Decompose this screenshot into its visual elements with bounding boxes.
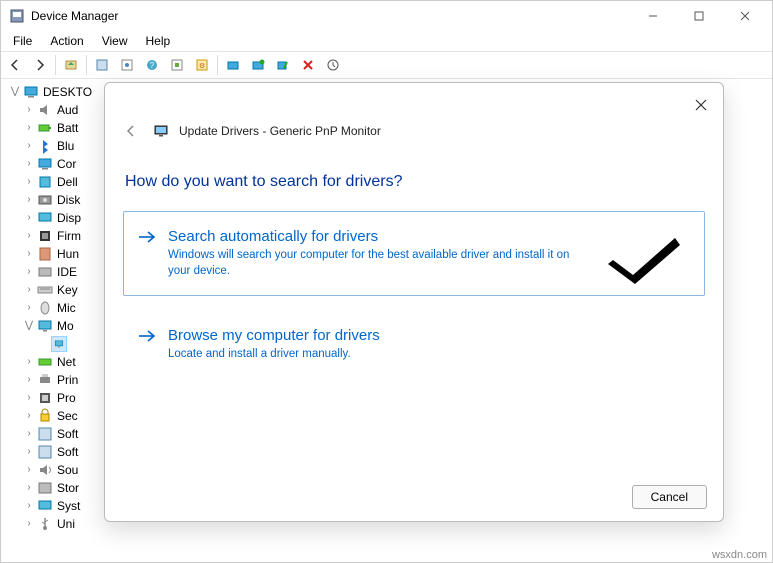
watermark: wsxdn.com	[712, 549, 767, 561]
tree-item-label: Disk	[55, 191, 80, 209]
back-arrow-icon[interactable]	[119, 119, 143, 143]
tree-item-label: Batt	[55, 119, 78, 137]
tree-item-label: Cor	[55, 155, 76, 173]
option1-title: Search automatically for drivers	[168, 228, 588, 245]
tree-item-label: Aud	[55, 101, 78, 119]
menu-file[interactable]: File	[5, 32, 40, 50]
tree-item-label: Mo	[55, 317, 74, 335]
tree-item-label: Net	[55, 353, 76, 371]
tree-root-label: DESKTO	[41, 83, 92, 101]
monitor-icon	[37, 318, 53, 334]
chip-icon	[37, 228, 53, 244]
system-icon	[37, 498, 53, 514]
option2-title: Browse my computer for drivers	[168, 327, 380, 344]
tree-item-label: Syst	[55, 497, 80, 515]
tree-item-label: Firm	[55, 227, 81, 245]
audio-icon	[37, 102, 53, 118]
tree-item-label: Sec	[55, 407, 78, 425]
minimize-button[interactable]	[630, 1, 676, 31]
option1-desc: Windows will search your computer for th…	[168, 248, 588, 279]
security-icon	[37, 408, 53, 424]
toolbar: ? ⚙	[1, 51, 772, 79]
dialog-close-button[interactable]	[687, 91, 715, 119]
option2-desc: Locate and install a driver manually.	[168, 347, 380, 363]
battery-icon	[37, 120, 53, 136]
keyboard-icon	[37, 282, 53, 298]
bluetooth-icon	[37, 138, 53, 154]
arrow-right-icon	[136, 327, 158, 363]
network-icon	[37, 354, 53, 370]
update-driver-icon[interactable]	[221, 53, 245, 77]
update-drivers-dialog: Update Drivers - Generic PnP Monitor How…	[104, 82, 724, 522]
maximize-button[interactable]	[676, 1, 722, 31]
tree-item-label: Stor	[55, 479, 79, 497]
usb-icon	[37, 516, 53, 532]
tree-item-label: Disp	[55, 209, 81, 227]
menubar: File Action View Help	[1, 31, 772, 51]
disk-icon	[37, 192, 53, 208]
scan-icon[interactable]: ⚙	[190, 53, 214, 77]
menu-action[interactable]: Action	[42, 32, 91, 50]
dialog-heading: How do you want to search for drivers?	[105, 149, 723, 211]
mouse-icon	[37, 300, 53, 316]
tree-item-label: Pro	[55, 389, 76, 407]
titlebar: Device Manager	[1, 1, 772, 31]
dialog-title: Update Drivers - Generic PnP Monitor	[179, 124, 381, 138]
computer-icon	[37, 156, 53, 172]
window-title: Device Manager	[31, 9, 630, 23]
tree-item-label: Soft	[55, 443, 78, 461]
display-icon	[37, 210, 53, 226]
svg-text:⚙: ⚙	[199, 62, 205, 70]
software-icon	[37, 426, 53, 442]
option-browse-computer[interactable]: Browse my computer for drivers Locate an…	[123, 310, 705, 380]
menu-help[interactable]: Help	[138, 32, 179, 50]
computer-icon	[23, 84, 39, 100]
uninstall-icon[interactable]	[246, 53, 270, 77]
ide-icon	[37, 264, 53, 280]
tree-item-label: Key	[55, 281, 78, 299]
tree-item-label: Sou	[55, 461, 78, 479]
software-icon	[37, 444, 53, 460]
hid-icon	[37, 246, 53, 262]
arrow-right-icon	[136, 228, 158, 279]
tree-item-label: IDE	[55, 263, 77, 281]
up-icon[interactable]	[59, 53, 83, 77]
cancel-button[interactable]: Cancel	[632, 485, 707, 509]
app-icon	[9, 8, 25, 24]
tree-item-label: Hun	[55, 245, 79, 263]
tree-item-label: Mic	[55, 299, 76, 317]
checkmark-annotation-icon	[608, 230, 680, 287]
show-hidden-icon[interactable]	[90, 53, 114, 77]
printer-icon	[37, 372, 53, 388]
monitor-icon	[51, 336, 67, 352]
disable-icon[interactable]	[271, 53, 295, 77]
tree-item-label: Blu	[55, 137, 74, 155]
firmware-icon	[37, 174, 53, 190]
sound-icon	[37, 462, 53, 478]
storage-icon	[37, 480, 53, 496]
cpu-icon	[37, 390, 53, 406]
tree-item-label: Uni	[55, 515, 75, 533]
forward-icon[interactable]	[28, 53, 52, 77]
legacy-icon[interactable]	[321, 53, 345, 77]
help-icon[interactable]: ?	[140, 53, 164, 77]
menu-view[interactable]: View	[94, 32, 136, 50]
remove-icon[interactable]	[296, 53, 320, 77]
svg-text:?: ?	[150, 61, 155, 70]
monitor-icon	[153, 123, 169, 139]
refresh-icon[interactable]	[165, 53, 189, 77]
close-button[interactable]	[722, 1, 768, 31]
properties-icon[interactable]	[115, 53, 139, 77]
back-icon[interactable]	[3, 53, 27, 77]
tree-item-label: Dell	[55, 173, 78, 191]
tree-item-label: Soft	[55, 425, 78, 443]
tree-item-label: Prin	[55, 371, 78, 389]
